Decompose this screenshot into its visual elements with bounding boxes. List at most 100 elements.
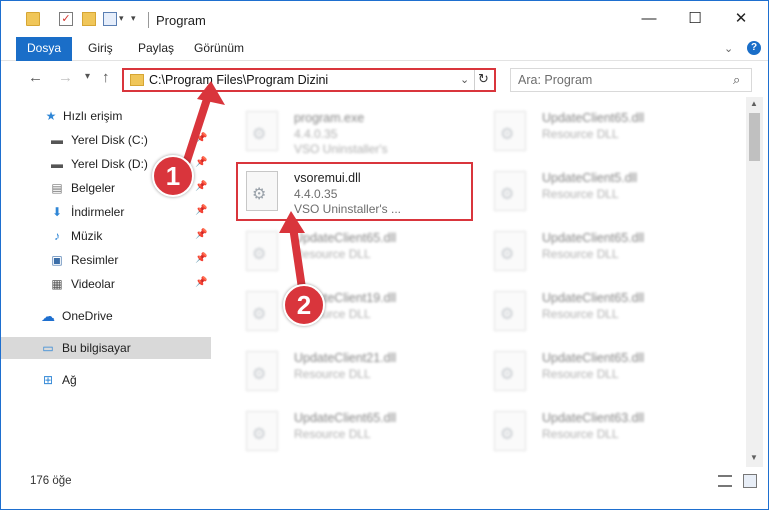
- drive-icon: ▬: [51, 157, 63, 171]
- search-box[interactable]: Ara: Program ⌕: [510, 68, 752, 92]
- file-item[interactable]: ⚙ program.exe 4.4.0.35 VSO Uninstaller's: [236, 103, 466, 161]
- file-name: UpdateClient65.dll: [294, 411, 397, 425]
- file-item[interactable]: ⚙ UpdateClient65.dll Resource DLL: [236, 223, 466, 281]
- file-description: VSO Uninstaller's: [294, 142, 388, 156]
- chevron-down-icon[interactable]: ▾: [119, 13, 124, 24]
- folder-icon: [130, 74, 144, 86]
- pin-icon: 📌: [195, 205, 208, 216]
- file-item[interactable]: ⚙ UpdateClient65.dll Resource DLL: [484, 343, 714, 401]
- music-icon: ♪: [54, 229, 60, 243]
- gear-icon: ⚙: [500, 186, 515, 203]
- title-bar: ✓ ▾ ▾ Program — ☐ ✕: [1, 1, 768, 37]
- gear-icon: ⚙: [500, 366, 515, 383]
- close-button[interactable]: ✕: [718, 1, 764, 37]
- dll-file-icon: ⚙: [494, 291, 526, 331]
- pin-icon: 📌: [195, 253, 208, 264]
- status-bar: 176 öğe: [1, 467, 768, 495]
- window-title: Program: [156, 13, 206, 28]
- up-button[interactable]: ↑: [102, 69, 110, 86]
- large-icons-view-icon[interactable]: [743, 474, 757, 488]
- customize-quick-access-icon[interactable]: ▾: [131, 13, 136, 24]
- file-item[interactable]: ⚙ UpdateClient19.dll Resource DLL: [236, 283, 466, 341]
- new-folder-icon[interactable]: [82, 12, 96, 26]
- computer-icon: ▭: [42, 341, 54, 355]
- gear-icon: ⚙: [252, 306, 267, 323]
- item-count: 176 öğe: [30, 475, 72, 487]
- file-name: UpdateClient65.dll: [542, 291, 645, 305]
- scroll-down-arrow-icon[interactable]: ▼: [750, 453, 758, 462]
- back-button[interactable]: ←: [28, 69, 43, 86]
- sidebar-item-label: OneDrive: [62, 309, 113, 323]
- explorer-window: ✓ ▾ ▾ Program — ☐ ✕ Dosya Giriş Paylaş G…: [0, 0, 769, 510]
- tab-home[interactable]: Giriş: [88, 37, 113, 61]
- expand-ribbon-icon[interactable]: ⌄: [724, 42, 733, 55]
- sidebar-item-label: Belgeler: [71, 181, 116, 195]
- refresh-button[interactable]: ↻: [478, 71, 489, 87]
- tab-share[interactable]: Paylaş: [138, 37, 174, 61]
- search-placeholder[interactable]: Ara: Program: [518, 73, 592, 87]
- sidebar-item-downloads[interactable]: ⬇ İndirmeler 📌: [1, 201, 211, 223]
- file-name: UpdateClient65.dll: [542, 231, 645, 245]
- file-description: Resource DLL: [294, 427, 371, 441]
- sidebar-item-label: Yerel Disk (C:): [71, 133, 148, 147]
- file-item[interactable]: ⚙ UpdateClient65.dll Resource DLL: [484, 103, 714, 161]
- search-icon[interactable]: ⌕: [733, 72, 740, 88]
- folder-icon[interactable]: [26, 12, 40, 26]
- sidebar-item-pictures[interactable]: ▣ Resimler 📌: [1, 249, 211, 271]
- minimize-button[interactable]: —: [626, 1, 672, 37]
- file-highlight-box: [236, 162, 473, 221]
- sidebar-item-label: Bu bilgisayar: [62, 341, 131, 355]
- sidebar-item-label: Ağ: [62, 373, 77, 387]
- documents-icon: ▤: [51, 181, 63, 195]
- pin-icon: 📌: [195, 277, 208, 288]
- sidebar-item-this-pc[interactable]: ▭ Bu bilgisayar: [1, 337, 211, 359]
- dll-file-icon: ⚙: [494, 111, 526, 151]
- address-divider: [474, 70, 475, 90]
- file-item[interactable]: ⚙ UpdateClient5.dll Resource DLL: [484, 163, 714, 221]
- sidebar-item-music[interactable]: ♪ Müzik 📌: [1, 225, 211, 247]
- details-view-icon[interactable]: [718, 475, 732, 487]
- sidebar-item-label: Videolar: [71, 277, 115, 291]
- dll-file-icon: ⚙: [246, 351, 278, 391]
- dll-file-icon: ⚙: [246, 411, 278, 451]
- sidebar-item-label: Müzik: [71, 229, 103, 243]
- scroll-up-arrow-icon[interactable]: ▲: [750, 99, 758, 108]
- dll-file-icon: ⚙: [494, 351, 526, 391]
- sidebar-item-onedrive[interactable]: ☁ OneDrive: [1, 305, 211, 327]
- file-item[interactable]: ⚙ UpdateClient63.dll Resource DLL: [484, 403, 714, 461]
- dll-file-icon: ⚙: [246, 291, 278, 331]
- help-icon[interactable]: ?: [747, 41, 761, 55]
- pictures-icon: ▣: [51, 253, 63, 267]
- drive-icon: ▬: [51, 133, 63, 147]
- tab-file[interactable]: Dosya: [16, 37, 72, 61]
- ribbon-tabs: Dosya Giriş Paylaş Görünüm ⌄ ?: [1, 37, 768, 61]
- sidebar-item-videos[interactable]: ▦ Videolar 📌: [1, 273, 211, 295]
- network-icon: ⊞: [42, 373, 54, 387]
- step-badge-2: 2: [283, 284, 325, 326]
- gear-icon: ⚙: [500, 306, 515, 323]
- maximize-button[interactable]: ☐: [672, 1, 718, 37]
- title-divider: [148, 12, 149, 28]
- customize-toolbar-icon[interactable]: [103, 12, 117, 26]
- recent-locations-button[interactable]: ▾: [85, 71, 90, 82]
- cloud-icon: ☁: [41, 308, 55, 324]
- properties-check-icon[interactable]: ✓: [59, 12, 73, 26]
- file-item[interactable]: ⚙ UpdateClient21.dll Resource DLL: [236, 343, 466, 401]
- address-history-chevron-icon[interactable]: ⌄: [460, 73, 469, 86]
- sidebar-item-label: Resimler: [71, 253, 119, 267]
- forward-button[interactable]: →: [58, 69, 73, 86]
- vertical-scrollbar[interactable]: ▲ ▼: [746, 97, 763, 467]
- scroll-thumb[interactable]: [749, 113, 760, 161]
- step-badge-1: 1: [152, 155, 194, 197]
- gear-icon: ⚙: [500, 246, 515, 263]
- file-item[interactable]: ⚙ UpdateClient65.dll Resource DLL: [484, 223, 714, 281]
- gear-icon: ⚙: [252, 126, 267, 143]
- dll-file-icon: ⚙: [494, 231, 526, 271]
- file-item[interactable]: ⚙ UpdateClient65.dll Resource DLL: [484, 283, 714, 341]
- file-description: Resource DLL: [542, 247, 619, 261]
- tab-view[interactable]: Görünüm: [194, 37, 244, 61]
- file-item[interactable]: ⚙ UpdateClient65.dll Resource DLL: [236, 403, 466, 461]
- sidebar-item-network[interactable]: ⊞ Ağ: [1, 369, 211, 391]
- file-description: Resource DLL: [542, 187, 619, 201]
- gear-icon: ⚙: [252, 246, 267, 263]
